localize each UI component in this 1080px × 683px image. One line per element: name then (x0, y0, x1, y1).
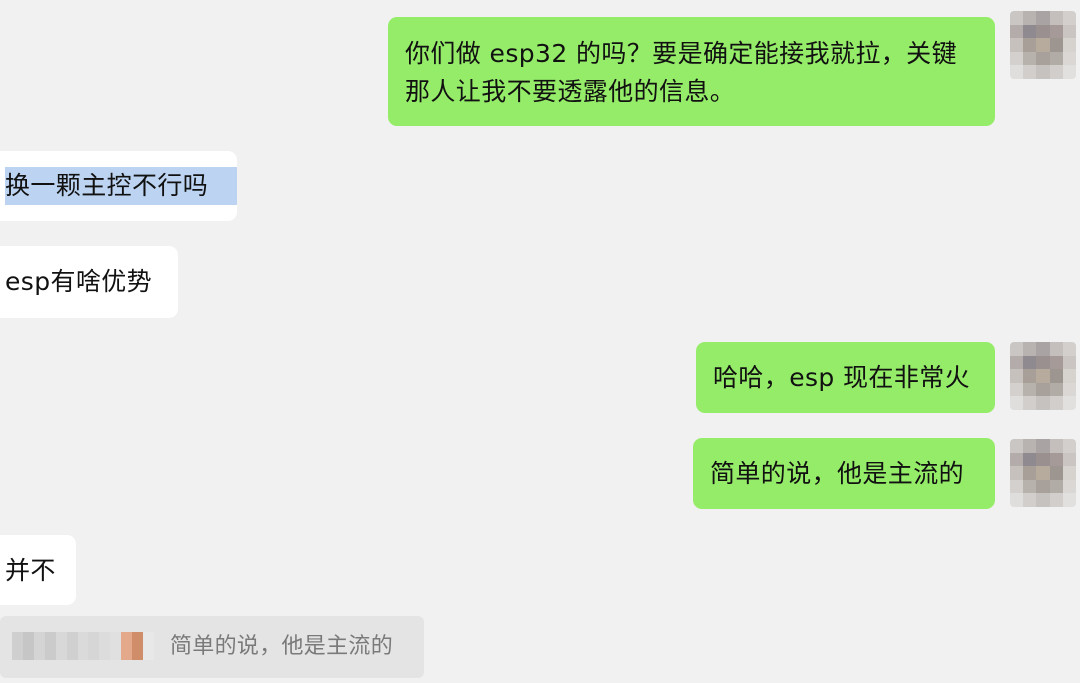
message-text-line: 那人让我不要透露他的信息。 (405, 77, 736, 106)
incoming-message-bubble[interactable]: 换一颗主控不行吗 (0, 151, 237, 221)
message-text: 简单的说，他是主流的 (710, 459, 965, 488)
incoming-message-bubble[interactable]: 并不 (0, 535, 76, 605)
message-text: 并不 (5, 556, 56, 585)
incoming-message-bubble[interactable]: esp有啥优势 (0, 246, 178, 318)
blurred-sender-name (12, 632, 154, 660)
quoted-message-text: 简单的说，他是主流的 (170, 634, 394, 659)
outgoing-message-bubble[interactable]: 你们做 esp32 的吗？要是确定能接我就拉，关键 那人让我不要透露他的信息。 (388, 17, 995, 126)
message-text: 哈哈，esp 现在非常火 (713, 363, 971, 392)
quoted-message-preview[interactable]: 简单的说，他是主流的 (0, 616, 424, 678)
pixelated-avatar-icon[interactable] (1010, 342, 1076, 410)
message-text: esp有啥优势 (5, 267, 153, 296)
pixelated-avatar-icon[interactable] (1010, 439, 1076, 507)
outgoing-message-bubble[interactable]: 简单的说，他是主流的 (693, 438, 995, 509)
outgoing-message-bubble[interactable]: 哈哈，esp 现在非常火 (696, 342, 995, 413)
chat-area: 你们做 esp32 的吗？要是确定能接我就拉，关键 那人让我不要透露他的信息。 … (0, 0, 1080, 683)
message-text-line: 你们做 esp32 的吗？要是确定能接我就拉，关键 (405, 39, 957, 68)
pixelated-avatar-icon[interactable] (1010, 11, 1076, 79)
selected-message-text[interactable]: 换一颗主控不行吗 (5, 167, 237, 205)
